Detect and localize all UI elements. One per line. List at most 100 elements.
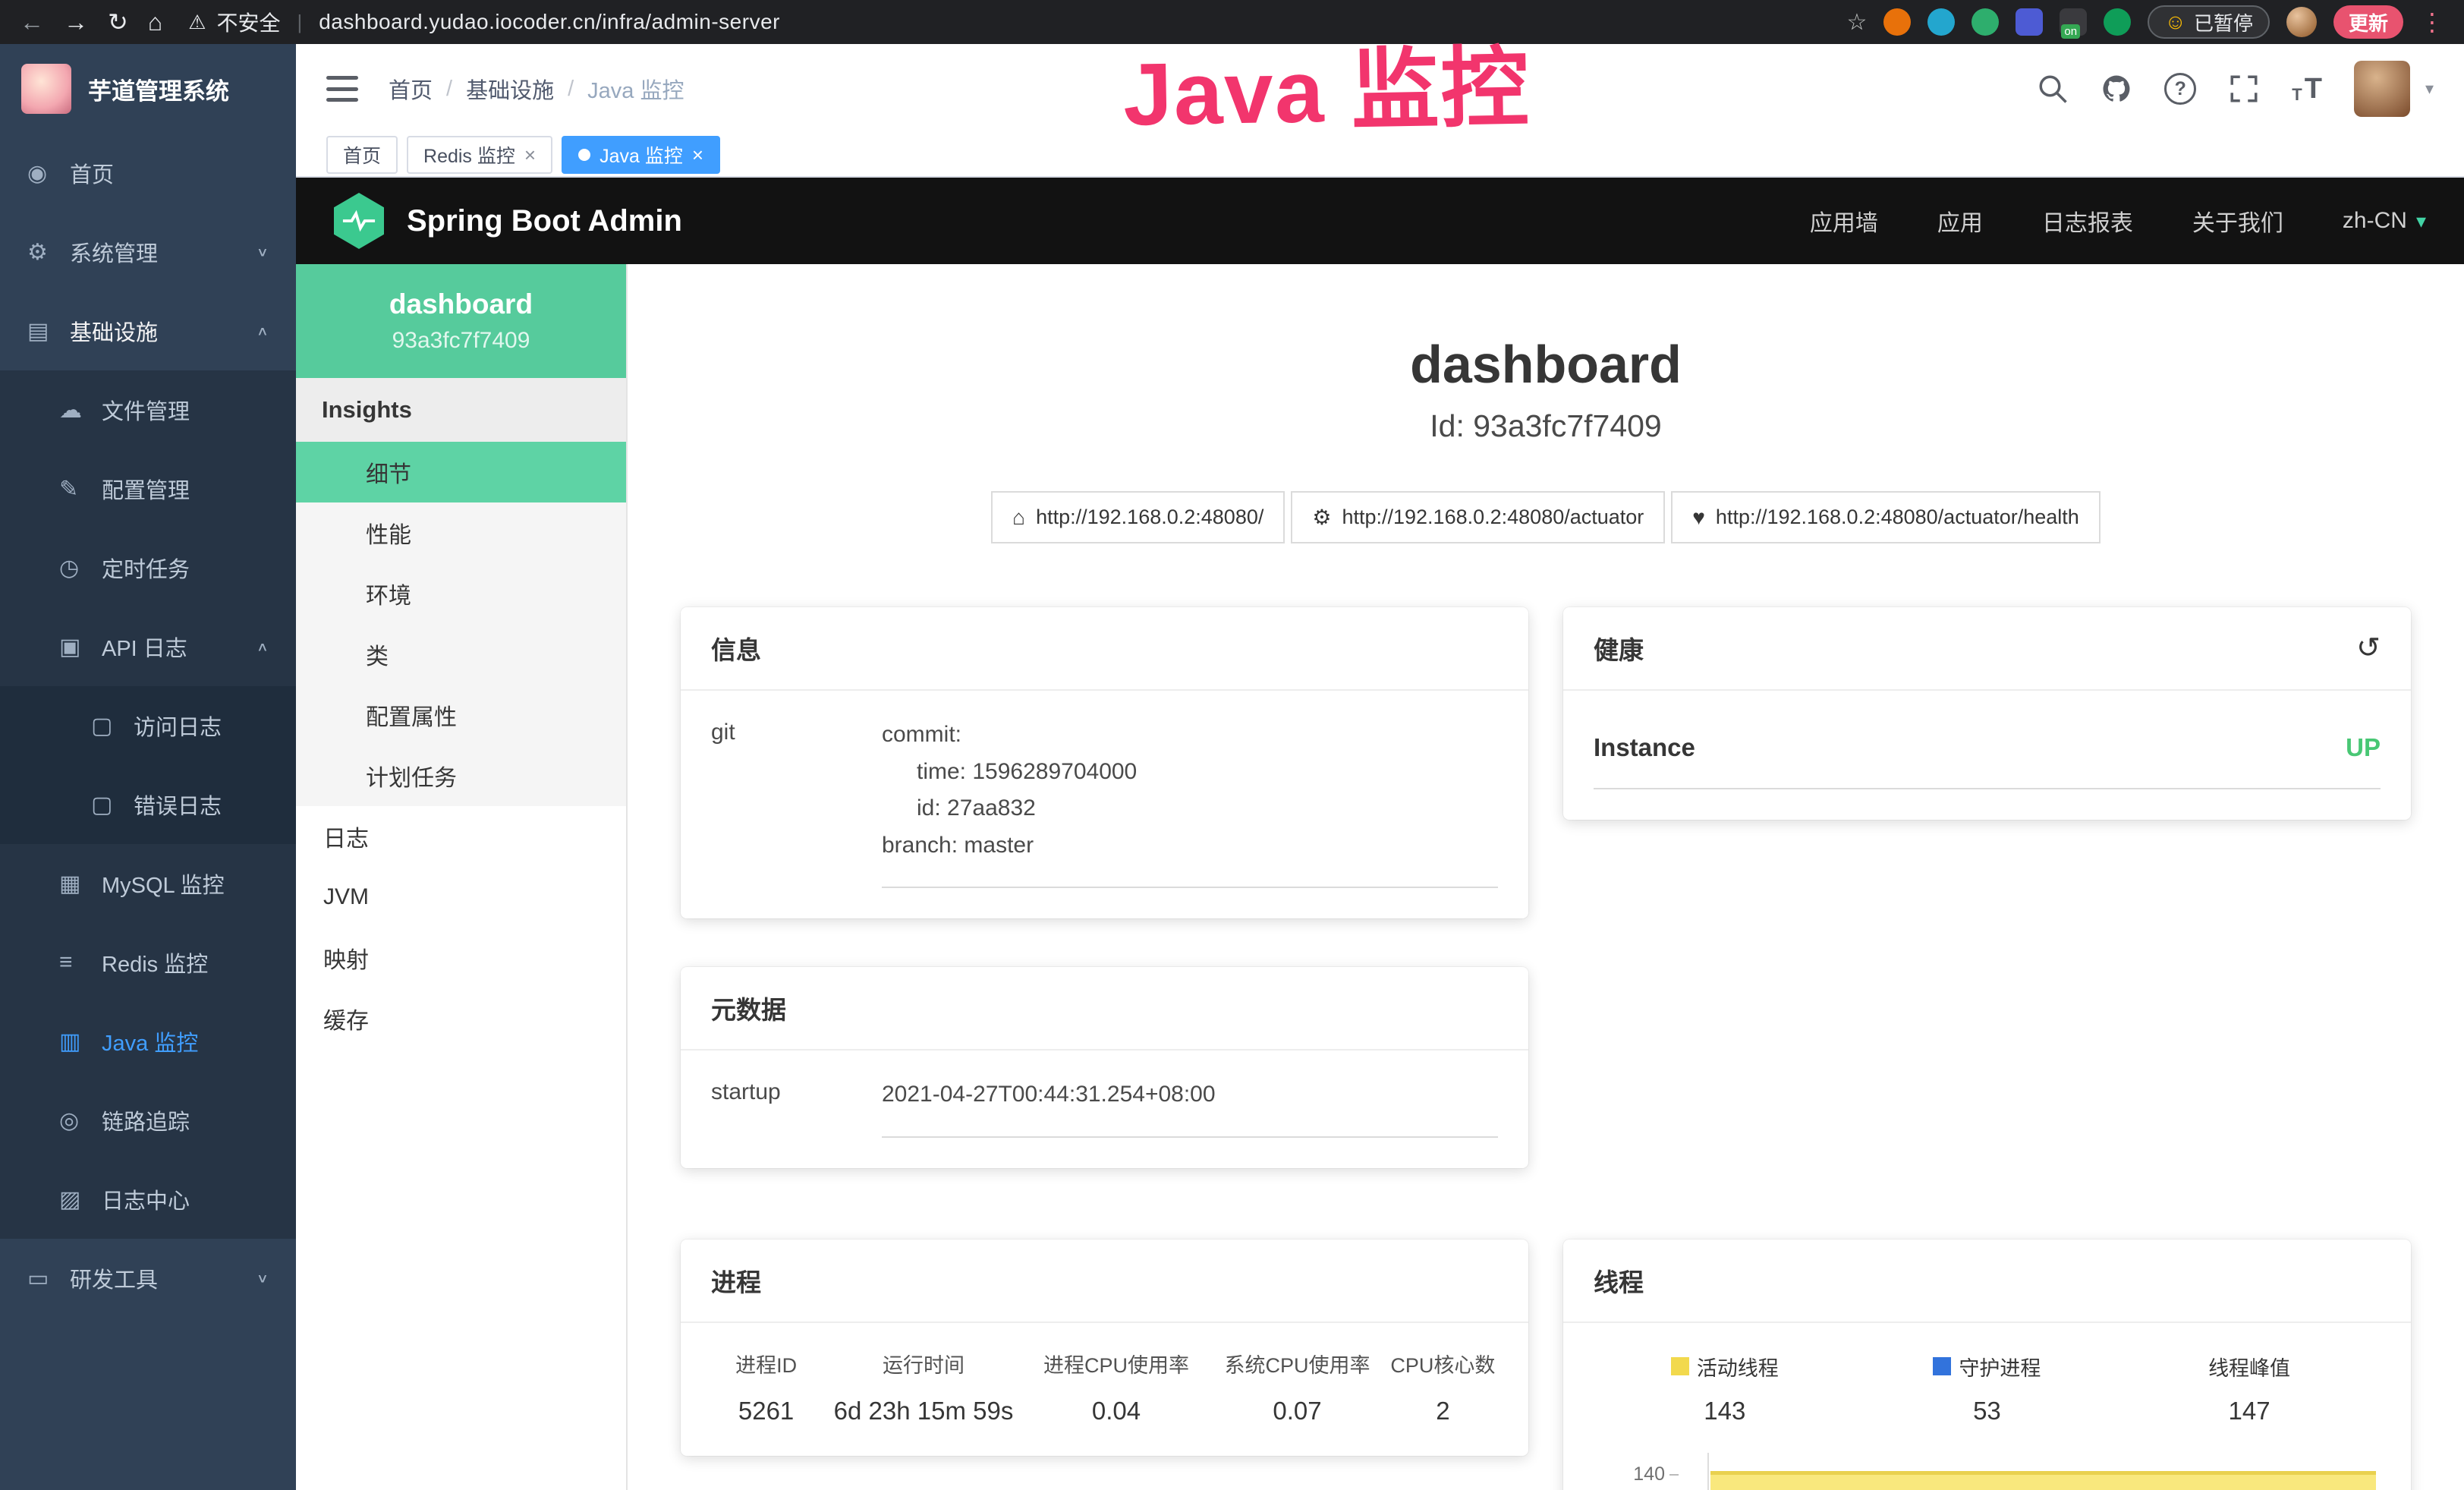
- app-logo-row[interactable]: 芋道管理系统: [0, 44, 296, 134]
- tab-close-icon[interactable]: ×: [524, 143, 536, 167]
- extension-icon-4[interactable]: [2016, 8, 2043, 36]
- instance-link-health[interactable]: ♥ http://192.168.0.2:48080/actuator/heal…: [1671, 491, 2101, 543]
- sidebar-item-devtools[interactable]: ▭ 研发工具 ∨: [0, 1239, 296, 1318]
- sba-item-classes[interactable]: 类: [296, 624, 626, 685]
- sba-item-environment[interactable]: 环境: [296, 563, 626, 624]
- health-instance-label: Instance: [1594, 733, 1695, 762]
- sba-body: dashboard 93a3fc7f7409 Insights 细节 性能 环境…: [296, 264, 2464, 1490]
- sba-item-configprops[interactable]: 配置属性: [296, 685, 626, 745]
- sidebar-item-scheduled-job[interactable]: ◷ 定时任务: [0, 528, 296, 607]
- clock-icon: ◷: [59, 555, 102, 581]
- browser-back-button[interactable]: ←: [20, 10, 44, 34]
- sidebar-item-system[interactable]: ⚙ 系统管理 ∨: [0, 213, 296, 291]
- edit-icon: ✎: [59, 476, 102, 502]
- sba-item-mappings[interactable]: 映射: [296, 928, 626, 988]
- health-card-body: Instance UP: [1563, 691, 2411, 820]
- info-line: time: 1596289704000: [882, 754, 1498, 791]
- process-card-body: 进程ID 5261 运行时间 6d 23h 15m 59s: [681, 1323, 1528, 1456]
- sba-nav-journal[interactable]: 日志报表: [2042, 204, 2133, 238]
- sidebar-collapse-icon[interactable]: [326, 76, 358, 102]
- sba-item-caches[interactable]: 缓存: [296, 988, 626, 1049]
- instance-link-actuator[interactable]: ⚙ http://192.168.0.2:48080/actuator: [1291, 491, 1665, 543]
- font-size-icon[interactable]: T T: [2292, 74, 2322, 103]
- browser-update-button[interactable]: 更新: [2333, 5, 2403, 39]
- sidebar-item-api-log[interactable]: ▣ API 日志 ∧: [0, 607, 296, 686]
- health-instance-row[interactable]: Instance UP: [1594, 723, 2381, 789]
- sba-nav-wall[interactable]: 应用墙: [1810, 204, 1878, 238]
- extension-icon-5[interactable]: on: [2060, 8, 2087, 36]
- sba-item-logfile[interactable]: 日志: [296, 806, 626, 867]
- sidebar-item-label: 配置管理: [102, 473, 269, 505]
- tab-home[interactable]: 首页: [326, 136, 398, 174]
- process-column: 系统CPU使用率 0.07: [1207, 1349, 1388, 1425]
- breadcrumb-item[interactable]: 首页: [389, 73, 433, 105]
- browser-home-button[interactable]: ⌂: [148, 10, 162, 34]
- toolbox-icon: ▭: [27, 1265, 70, 1292]
- security-label: 不安全: [216, 7, 280, 37]
- sba-instance-header[interactable]: dashboard 93a3fc7f7409: [296, 264, 626, 378]
- sba-item-scheduled-tasks[interactable]: 计划任务: [296, 745, 626, 806]
- tab-label: Java 监控: [599, 141, 683, 169]
- annotation-overlay: Java 监控: [1122, 16, 1531, 150]
- extension-icon-3[interactable]: [1972, 8, 1999, 36]
- metadata-value: 2021-04-27T00:44:31.254+08:00: [882, 1076, 1498, 1138]
- sidebar-item-infrastructure[interactable]: ▤ 基础设施 ∧: [0, 291, 296, 370]
- search-icon[interactable]: [2037, 73, 2069, 105]
- sidebar-item-redis-monitor[interactable]: ≡ Redis 监控: [0, 923, 296, 1002]
- user-avatar[interactable]: [2354, 61, 2410, 117]
- info-line: commit:: [882, 717, 1498, 754]
- sidebar-item-trace[interactable]: ◎ 链路追踪: [0, 1081, 296, 1160]
- breadcrumb-item[interactable]: 基础设施: [466, 73, 554, 105]
- instance-link-service[interactable]: ⌂ http://192.168.0.2:48080/: [991, 491, 1285, 543]
- info-line: branch: master: [882, 827, 1498, 865]
- browser-forward-button[interactable]: →: [64, 10, 88, 34]
- sidebar-item-error-log[interactable]: ▢ 错误日志: [0, 765, 296, 844]
- extension-icon-6[interactable]: [2104, 8, 2131, 36]
- sba-item-metrics[interactable]: 性能: [296, 502, 626, 563]
- github-icon[interactable]: [2101, 73, 2132, 105]
- sba-nav-applications[interactable]: 应用: [1937, 204, 1983, 238]
- table-grid-icon: ▦: [59, 871, 102, 897]
- sidebar-item-log-center[interactable]: ▨ 日志中心: [0, 1160, 296, 1239]
- link-url: http://192.168.0.2:48080/actuator/health: [1716, 506, 2079, 529]
- browser-menu-button[interactable]: ⋮: [2420, 8, 2444, 36]
- sidebar-item-home[interactable]: ◉ 首页: [0, 134, 296, 213]
- process-table: 进程ID 5261 运行时间 6d 23h 15m 59s: [711, 1349, 1498, 1425]
- layers-icon: ≡: [59, 950, 102, 975]
- sba-item-jvm[interactable]: JVM: [296, 867, 626, 928]
- tab-redis-monitor[interactable]: Redis 监控 ×: [407, 136, 552, 174]
- url-text: dashboard.yudao.iocoder.cn/infra/admin-s…: [319, 10, 780, 34]
- extension-icon-2[interactable]: [1927, 8, 1955, 36]
- spring-boot-admin-frame: Spring Boot Admin 应用墙 应用 日志报表 关于我们 zh-CN…: [296, 178, 2464, 1490]
- dashboard-icon: ◉: [27, 160, 70, 187]
- tab-close-icon[interactable]: ×: [692, 143, 703, 167]
- app-title: 芋道管理系统: [88, 72, 229, 106]
- address-bar[interactable]: ⚠ 不安全 | dashboard.yudao.iocoder.cn/infra…: [188, 7, 780, 37]
- avatar-caret-icon[interactable]: ▾: [2425, 79, 2434, 99]
- address-divider: |: [297, 11, 302, 34]
- bookmark-star-icon[interactable]: ☆: [1846, 9, 1867, 36]
- help-icon[interactable]: ?: [2164, 73, 2196, 105]
- spring-boot-admin-logo[interactable]: [334, 193, 384, 249]
- sidebar-item-access-log[interactable]: ▢ 访问日志: [0, 686, 296, 765]
- sba-item-details[interactable]: 细节: [296, 442, 626, 502]
- sidebar-item-file-manage[interactable]: ☁ 文件管理: [0, 370, 296, 449]
- browser-reload-button[interactable]: ↻: [108, 10, 128, 34]
- sba-section-insights: Insights: [296, 378, 626, 442]
- breadcrumb-separator: /: [446, 77, 452, 102]
- paused-extension-badge[interactable]: ☺ 已暂停: [2148, 5, 2270, 39]
- history-icon[interactable]: ↺: [2356, 634, 2381, 663]
- legend-value: 53: [1973, 1397, 2001, 1425]
- browser-profile-avatar[interactable]: [2286, 7, 2317, 37]
- sidebar-item-java-monitor[interactable]: ▥ Java 监控: [0, 1002, 296, 1081]
- card-title: 线程: [1594, 1262, 1644, 1299]
- extension-icon-1[interactable]: [1883, 8, 1911, 36]
- sidebar-item-mysql-monitor[interactable]: ▦ MySQL 监控: [0, 844, 296, 923]
- sba-locale-select[interactable]: zh-CN ▾: [2343, 208, 2426, 234]
- sidebar-item-config-manage[interactable]: ✎ 配置管理: [0, 449, 296, 528]
- screen: ← → ↻ ⌂ ⚠ 不安全 | dashboard.yudao.iocoder.…: [0, 0, 2464, 1490]
- sba-nav-about[interactable]: 关于我们: [2192, 204, 2283, 238]
- tab-java-monitor[interactable]: Java 监控 ×: [562, 136, 720, 174]
- fullscreen-icon[interactable]: [2228, 73, 2260, 105]
- chevron-down-icon: ▾: [2416, 209, 2426, 233]
